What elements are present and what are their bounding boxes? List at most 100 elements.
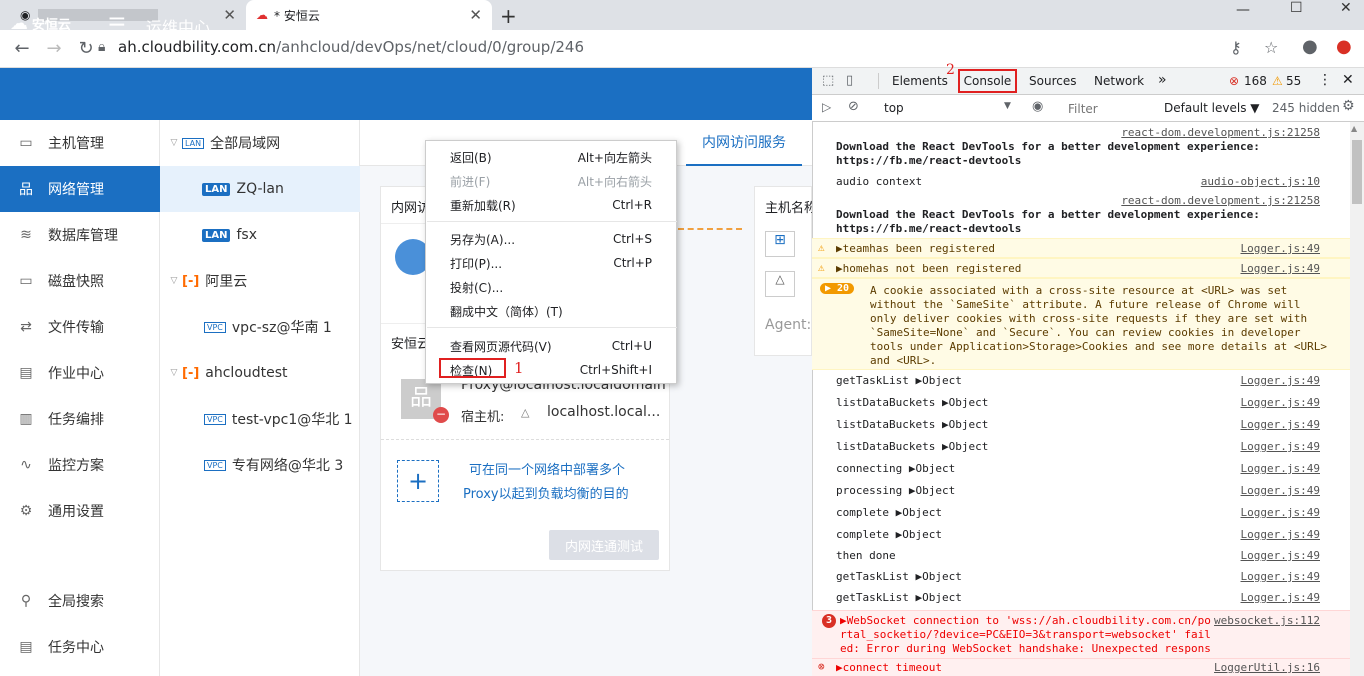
tree-item[interactable]: ▽ [-] 阿里云 <box>160 258 360 304</box>
sidebar-item-jobs[interactable]: ▤ 作业中心 <box>0 350 160 396</box>
close-icon[interactable]: ✕ <box>469 6 482 24</box>
message-text[interactable]: listDataBuckets ▶Object <box>836 396 988 409</box>
message-text[interactable]: complete ▶Object <box>836 528 942 541</box>
tree-item[interactable]: VPC 专有网络@华北 3 <box>160 442 360 488</box>
scrollbar-thumb[interactable] <box>1352 140 1362 204</box>
message-source[interactable]: Logger.js:49 <box>1241 484 1320 497</box>
sidebar-item-settings[interactable]: ⚙ 通用设置 <box>0 488 160 534</box>
repeat-badge[interactable]: 3 <box>822 614 836 628</box>
menu-item-save-as[interactable]: 另存为(A)... Ctrl+S <box>426 227 676 251</box>
tab-intranet-service[interactable]: 内网访问服务 <box>686 120 802 166</box>
menu-item-back[interactable]: 返回(B) Alt+向左箭头 <box>426 145 676 169</box>
message-text[interactable]: ▶connect timeout <box>836 661 942 674</box>
message-text[interactable]: listDataBuckets ▶Object <box>836 440 988 453</box>
close-icon[interactable]: ✕ <box>1342 72 1354 88</box>
message-source[interactable]: Logger.js:49 <box>1241 549 1320 562</box>
minimize-icon[interactable]: — <box>1236 2 1250 18</box>
add-proxy-button[interactable]: + <box>397 460 439 502</box>
message-source[interactable]: Logger.js:49 <box>1241 242 1320 255</box>
menu-item-print[interactable]: 打印(P)... Ctrl+P <box>426 251 676 275</box>
devtools-tab-console[interactable]: Console <box>958 69 1017 93</box>
tree-item[interactable]: ▽ LAN 全部局域网 <box>160 120 360 166</box>
star-icon[interactable]: ☆ <box>1264 38 1278 57</box>
devtools-tab-network[interactable]: Network <box>1094 74 1144 88</box>
message-text[interactable]: getTaskList ▶Object <box>836 374 962 387</box>
message-source[interactable]: react-dom.development.js:21258 <box>1121 126 1320 139</box>
context-select[interactable]: top <box>884 101 904 115</box>
message-source[interactable]: websocket.js:112 <box>1214 614 1320 627</box>
message-text[interactable]: connecting ▶Object <box>836 462 955 475</box>
sidebar-item-snapshot[interactable]: ▭ 磁盘快照 <box>0 258 160 304</box>
message-text[interactable]: ▶teamhas been registered <box>836 242 995 255</box>
sidebar-toggle-icon[interactable]: ▷ <box>822 100 831 114</box>
menu-toggle-icon[interactable]: ☰ <box>108 13 126 37</box>
message-text[interactable]: processing ▶Object <box>836 484 955 497</box>
kebab-menu-icon[interactable]: ⋮ <box>1318 72 1332 88</box>
message-source[interactable]: LoggerUtil.js:16 <box>1214 661 1320 674</box>
message-source[interactable]: audio-object.js:10 <box>1201 175 1320 188</box>
menu-item-cast[interactable]: 投射(C)... <box>426 275 676 299</box>
update-icon[interactable]: ● <box>1336 36 1352 57</box>
message-source[interactable]: Logger.js:49 <box>1241 506 1320 519</box>
avatar-icon[interactable]: ● <box>1302 36 1318 57</box>
clear-console-icon[interactable]: ⊘ <box>848 99 859 114</box>
intranet-test-button[interactable]: 内网连通测试 <box>549 530 659 560</box>
menu-item-translate[interactable]: 翻成中文（简体）(T) <box>426 299 676 323</box>
browser-tab-2[interactable]: ☁ * 安恒云 ✕ <box>246 0 492 30</box>
key-icon[interactable]: ⚷ <box>1230 38 1242 57</box>
forward-arrow-icon[interactable]: → <box>38 38 70 59</box>
sidebar-item-search[interactable]: ⚲ 全局搜索 <box>0 578 160 624</box>
repeat-badge[interactable]: ▶ 20 <box>820 283 855 294</box>
eye-icon[interactable]: ◉ <box>1032 99 1043 114</box>
message-text[interactable]: getTaskList ▶Object <box>836 591 962 604</box>
tree-item[interactable]: VPC vpc-sz@华南 1 <box>160 304 360 350</box>
chevron-down-icon[interactable]: ▽ <box>166 368 182 378</box>
sidebar-item-host[interactable]: ▭ 主机管理 <box>0 120 160 166</box>
scroll-up-icon[interactable]: ▲ <box>1351 124 1357 133</box>
devtools-tab-elements[interactable]: Elements <box>892 74 948 88</box>
message-source[interactable]: Logger.js:49 <box>1241 418 1320 431</box>
sidebar-item-task-center[interactable]: ▤ 任务中心 <box>0 624 160 670</box>
maximize-icon[interactable]: ☐ <box>1290 0 1303 16</box>
message-text[interactable]: ▶homehas not been registered <box>836 262 1021 275</box>
hub-switcher[interactable]: 运维中心 ⌄ <box>146 14 224 38</box>
tree-item[interactable]: ▽ [-] ahcloudtest <box>160 350 360 396</box>
console-scrollbar[interactable] <box>1350 122 1364 676</box>
window-close-icon[interactable]: ✕ <box>1340 0 1352 16</box>
message-source[interactable]: Logger.js:49 <box>1241 262 1320 275</box>
sidebar-item-file-transfer[interactable]: ⇄ 文件传输 <box>0 304 160 350</box>
tree-item-selected[interactable]: LAN ZQ-lan <box>160 166 360 212</box>
message-source[interactable]: Logger.js:49 <box>1241 570 1320 583</box>
error-count[interactable]: 168 <box>1244 74 1267 88</box>
sidebar-item-database[interactable]: ≋ 数据库管理 <box>0 212 160 258</box>
tree-item[interactable]: LAN fsx <box>160 212 360 258</box>
filter-input[interactable] <box>1064 99 1156 118</box>
message-source[interactable]: Logger.js:49 <box>1241 374 1320 387</box>
message-source[interactable]: Logger.js:49 <box>1241 591 1320 604</box>
message-source[interactable]: Logger.js:49 <box>1241 462 1320 475</box>
close-icon[interactable]: ✕ <box>223 6 236 24</box>
message-text[interactable]: listDataBuckets ▶Object <box>836 418 988 431</box>
message-source[interactable]: Logger.js:49 <box>1241 396 1320 409</box>
message-source[interactable]: react-dom.development.js:21258 <box>1121 194 1320 207</box>
device-toggle-icon[interactable]: ▯ <box>846 73 853 88</box>
message-text[interactable]: getTaskList ▶Object <box>836 570 962 583</box>
inspect-element-icon[interactable]: ⬚ <box>822 73 834 88</box>
warning-count[interactable]: 55 <box>1286 74 1301 88</box>
back-arrow-icon[interactable]: ← <box>6 38 38 59</box>
chevron-down-icon[interactable]: ▽ <box>166 276 182 286</box>
message-source[interactable]: Logger.js:49 <box>1241 440 1320 453</box>
chevron-down-icon[interactable]: ▽ <box>166 138 182 148</box>
more-tabs-icon[interactable]: » <box>1158 72 1167 88</box>
devtools-tab-sources[interactable]: Sources <box>1029 74 1076 88</box>
gear-icon[interactable]: ⚙ <box>1342 98 1355 114</box>
new-tab-icon[interactable]: + <box>500 4 517 28</box>
message-text[interactable]: complete ▶Object <box>836 506 942 519</box>
sidebar-item-orchestration[interactable]: ▥ 任务编排 <box>0 396 160 442</box>
menu-item-forward[interactable]: 前进(F) Alt+向右箭头 <box>426 169 676 193</box>
sidebar-item-network[interactable]: 品网络管理 <box>0 166 160 212</box>
sidebar-item-monitoring[interactable]: ∿ 监控方案 <box>0 442 160 488</box>
remove-icon[interactable]: − <box>433 407 449 423</box>
message-source[interactable]: Logger.js:49 <box>1241 528 1320 541</box>
menu-item-view-source[interactable]: 查看网页源代码(V) Ctrl+U <box>426 334 676 358</box>
